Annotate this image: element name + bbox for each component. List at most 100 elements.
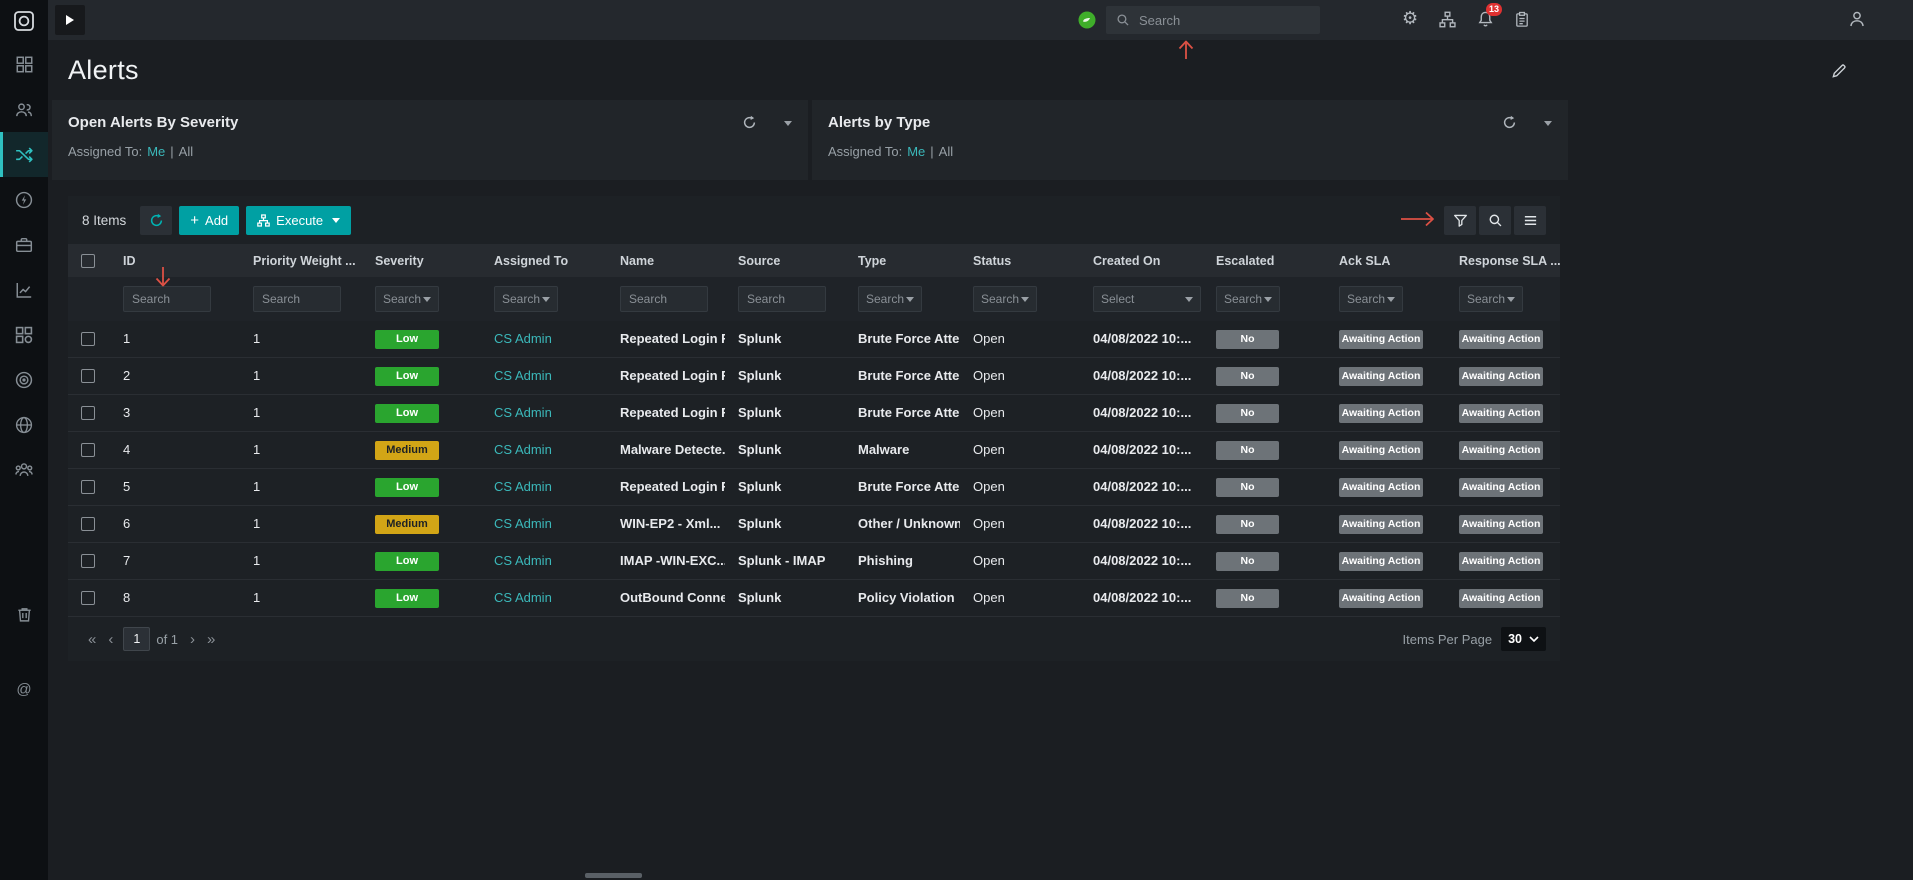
tasks-clipboard-icon[interactable]: [1514, 11, 1530, 28]
table-row[interactable]: 3 1 Low CS Admin Repeated Login F... Splunk Br…: [68, 395, 1560, 432]
column-header-response_sla[interactable]: Response SLA ...: [1446, 254, 1560, 268]
sitemap-icon[interactable]: [1439, 11, 1456, 28]
table-row[interactable]: 6 1 Medium CS Admin WIN-EP2 - Xml... Splunk Ot…: [68, 506, 1560, 543]
sidebar-item-dashboard[interactable]: [0, 42, 48, 87]
cell-source: Splunk: [738, 516, 782, 531]
sidebar-item-trash[interactable]: [0, 592, 48, 637]
assigned-to-link[interactable]: CS Admin: [494, 553, 552, 568]
table-row[interactable]: 7 1 Low CS Admin IMAP -WIN-EXC... Splunk - IM…: [68, 543, 1560, 580]
filter-severity-select[interactable]: Search: [375, 286, 439, 312]
items-per-page-select[interactable]: 30: [1501, 627, 1546, 651]
sidebar-item-users[interactable]: [0, 87, 48, 132]
row-checkbox[interactable]: [81, 591, 95, 605]
column-settings-button[interactable]: [1514, 205, 1546, 235]
cell-source-container: Splunk: [725, 330, 845, 348]
filter-me-link[interactable]: Me: [907, 144, 925, 159]
filter-me-link[interactable]: Me: [147, 144, 165, 159]
last-page-button[interactable]: »: [201, 631, 221, 648]
system-status-icon[interactable]: [1077, 10, 1097, 30]
table-row[interactable]: 4 1 Medium CS Admin Malware Detecte... Splunk…: [68, 432, 1560, 469]
column-header-assigned_to[interactable]: Assigned To: [481, 254, 607, 268]
filter-assigned_to-select[interactable]: Search: [494, 286, 558, 312]
column-header-created_on[interactable]: Created On: [1080, 254, 1203, 268]
column-header-severity[interactable]: Severity: [362, 254, 481, 268]
sidebar-item-threat-intel[interactable]: [0, 357, 48, 402]
horizontal-scrollbar-thumb[interactable]: [585, 873, 642, 878]
edit-pencil-icon[interactable]: [1831, 62, 1848, 79]
select-all-checkbox[interactable]: [81, 253, 95, 268]
sidebar-item-cases[interactable]: [0, 222, 48, 267]
chevron-down-icon[interactable]: [1544, 113, 1552, 131]
first-page-button[interactable]: «: [82, 631, 102, 648]
sidebar-item-web[interactable]: [0, 402, 48, 447]
topbar: ⚙ 13: [48, 0, 1913, 40]
assigned-to-link[interactable]: CS Admin: [494, 331, 552, 346]
row-checkbox[interactable]: [81, 517, 95, 531]
filter-ack_sla-select[interactable]: Search: [1339, 286, 1403, 312]
next-page-button[interactable]: ›: [184, 631, 201, 648]
notifications-bell-icon[interactable]: 13: [1477, 3, 1503, 28]
table-row[interactable]: 2 1 Low CS Admin Repeated Login F... Splunk Br…: [68, 358, 1560, 395]
table-row[interactable]: 8 1 Low CS Admin OutBound Conne... Splunk Poli…: [68, 580, 1560, 617]
row-checkbox[interactable]: [81, 332, 95, 346]
sidebar-item-user-groups[interactable]: [0, 447, 48, 492]
cell-id-container: 2: [110, 367, 240, 385]
filter-name-input[interactable]: [620, 286, 708, 312]
refresh-button[interactable]: [140, 205, 173, 235]
alerts-table-card: 8 Items + Add Execute ID Priority Weight …: [68, 196, 1560, 661]
refresh-icon[interactable]: [1502, 115, 1517, 130]
filter-button[interactable]: [1444, 205, 1476, 235]
column-header-priority_weight[interactable]: Priority Weight ...: [240, 254, 362, 268]
global-search[interactable]: [1106, 6, 1320, 34]
filter-placeholder: Select: [1101, 292, 1135, 306]
filter-source-input[interactable]: [738, 286, 826, 312]
current-page-input[interactable]: 1: [123, 627, 151, 651]
assigned-to-link[interactable]: CS Admin: [494, 368, 552, 383]
expand-sidebar-button[interactable]: [55, 5, 85, 35]
sidebar-item-alerts[interactable]: [0, 132, 48, 177]
assigned-to-link[interactable]: CS Admin: [494, 479, 552, 494]
escalated-badge: No: [1216, 329, 1279, 349]
sidebar-item-mentions[interactable]: @: [0, 667, 48, 712]
filter-response_sla-select[interactable]: Search: [1459, 286, 1523, 312]
chevron-down-icon[interactable]: [784, 113, 792, 131]
assigned-to-link[interactable]: CS Admin: [494, 516, 552, 531]
filter-type-select[interactable]: Search: [858, 286, 922, 312]
row-checkbox[interactable]: [81, 369, 95, 383]
add-button[interactable]: + Add: [179, 205, 240, 235]
column-header-escalated[interactable]: Escalated: [1203, 254, 1326, 268]
row-checkbox[interactable]: [81, 480, 95, 494]
sidebar-item-modules[interactable]: [0, 312, 48, 357]
assigned-to-link[interactable]: CS Admin: [494, 590, 552, 605]
row-checkbox[interactable]: [81, 443, 95, 457]
filter-all-link[interactable]: All: [179, 144, 193, 159]
filter-priority_weight-input[interactable]: [253, 286, 341, 312]
row-checkbox[interactable]: [81, 554, 95, 568]
user-profile-icon[interactable]: [1848, 10, 1866, 28]
row-checkbox[interactable]: [81, 406, 95, 420]
assigned-to-link[interactable]: CS Admin: [494, 405, 552, 420]
column-header-status[interactable]: Status: [960, 254, 1080, 268]
table-search-button[interactable]: [1479, 205, 1511, 235]
column-header-type[interactable]: Type: [845, 254, 960, 268]
prev-page-button[interactable]: ‹: [102, 631, 119, 648]
settings-gear-icon[interactable]: ⚙: [1402, 9, 1418, 27]
global-search-input[interactable]: [1139, 12, 1315, 28]
execute-button[interactable]: Execute: [246, 205, 352, 235]
table-row[interactable]: 1 1 Low CS Admin Repeated Login F... Splunk Br…: [68, 321, 1560, 358]
sidebar-item-metrics[interactable]: [0, 267, 48, 312]
filter-status-select[interactable]: Search: [973, 286, 1037, 312]
filter-created_on-select[interactable]: Select: [1093, 286, 1201, 312]
column-header-source[interactable]: Source: [725, 254, 845, 268]
filter-all-link[interactable]: All: [939, 144, 953, 159]
filter-id-input[interactable]: [123, 286, 211, 312]
table-row[interactable]: 5 1 Low CS Admin Repeated Login F... Splunk Br…: [68, 469, 1560, 506]
assigned-to-link[interactable]: CS Admin: [494, 442, 552, 457]
column-header-ack_sla[interactable]: Ack SLA: [1326, 254, 1446, 268]
sidebar-item-automation[interactable]: [0, 177, 48, 222]
app-logo-icon[interactable]: [0, 0, 48, 42]
filter-escalated-select[interactable]: Search: [1216, 286, 1280, 312]
column-header-name[interactable]: Name: [607, 254, 725, 268]
column-header-id[interactable]: ID: [110, 254, 240, 268]
refresh-icon[interactable]: [742, 115, 757, 130]
